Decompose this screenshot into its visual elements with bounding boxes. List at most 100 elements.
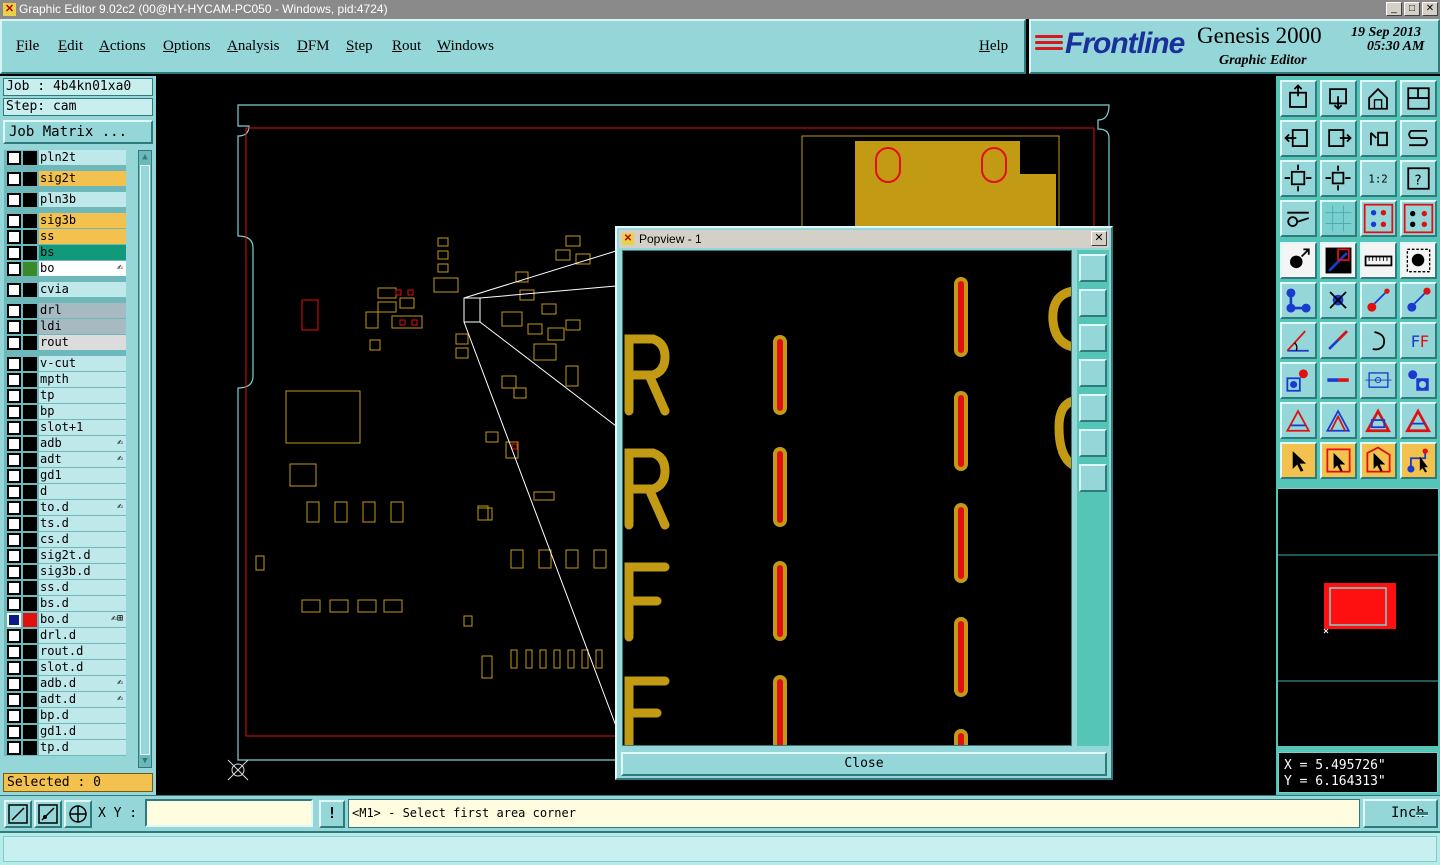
layer-name[interactable]: sig2t xyxy=(39,171,126,186)
layer-name[interactable]: ldi xyxy=(39,319,126,334)
layer-name[interactable]: adt.d ✍ xyxy=(39,692,126,707)
layer-name[interactable]: cs.d xyxy=(39,532,126,547)
layer-checkbox[interactable] xyxy=(7,580,21,595)
layer-color-swatch[interactable] xyxy=(23,388,37,403)
layer-checkbox[interactable] xyxy=(7,724,21,739)
popview-canvas[interactable] xyxy=(622,250,1072,746)
popview-pan-down-icon[interactable] xyxy=(1079,324,1107,352)
delete-icon[interactable] xyxy=(1320,282,1357,319)
layer-name[interactable]: gd1.d xyxy=(39,724,126,739)
layer-row[interactable]: sig3b xyxy=(4,213,126,228)
layer-checkbox[interactable] xyxy=(7,319,21,334)
layer-row[interactable]: cs.d xyxy=(4,532,126,547)
layer-color-swatch[interactable] xyxy=(23,628,37,643)
layer-name[interactable]: gd1 xyxy=(39,468,126,483)
layer-color-swatch[interactable] xyxy=(23,708,37,723)
layer-name[interactable]: bs xyxy=(39,245,126,260)
layer-row[interactable]: rout xyxy=(4,335,126,350)
connect-features-icon[interactable] xyxy=(1280,282,1317,319)
layer-checkbox[interactable] xyxy=(7,644,21,659)
layer-row[interactable]: gd1.d xyxy=(4,724,126,739)
menu-rout[interactable]: Rout xyxy=(392,38,421,55)
layer-checkbox[interactable] xyxy=(7,484,21,499)
fill-surface-icon[interactable] xyxy=(1360,402,1397,439)
snap-mode-icon[interactable] xyxy=(34,800,62,828)
arc-icon[interactable] xyxy=(1360,322,1397,359)
layer-name[interactable]: tp xyxy=(39,388,126,403)
layer-name[interactable]: bo.d ✍⊞ xyxy=(39,612,126,627)
layer-name[interactable]: ts.d xyxy=(39,516,126,531)
layer-row[interactable]: tp xyxy=(4,388,126,403)
layer-color-swatch[interactable] xyxy=(23,229,37,244)
popview-pan-up-icon[interactable] xyxy=(1079,289,1107,317)
layer-checkbox[interactable] xyxy=(7,612,21,627)
netlist-compare-icon[interactable] xyxy=(1400,200,1437,237)
layer-color-swatch[interactable] xyxy=(23,171,37,186)
line-width-icon[interactable] xyxy=(1320,362,1357,399)
add-feature-icon[interactable] xyxy=(1280,242,1317,279)
layer-checkbox[interactable] xyxy=(7,452,21,467)
measure-tools-icon[interactable] xyxy=(1280,200,1317,237)
copy-icon[interactable] xyxy=(1400,282,1437,319)
layer-checkbox[interactable] xyxy=(7,303,21,318)
layer-name[interactable]: cvia xyxy=(39,282,126,297)
menu-edit[interactable]: Edit xyxy=(58,38,83,55)
layer-checkbox[interactable] xyxy=(7,596,21,611)
resize-icon[interactable] xyxy=(1360,362,1397,399)
pan-up-icon[interactable] xyxy=(1280,80,1317,117)
menu-help[interactable]: Help xyxy=(979,38,1008,55)
popview-zoom-in-icon[interactable] xyxy=(1079,429,1107,457)
layer-color-swatch[interactable] xyxy=(23,676,37,691)
popview-pan-left-icon[interactable] xyxy=(1079,359,1107,387)
layer-name[interactable]: bo ✍ xyxy=(39,261,126,276)
pan-down-icon[interactable] xyxy=(1320,80,1357,117)
home-icon[interactable] xyxy=(1360,80,1397,117)
mirror-icon[interactable]: FF xyxy=(1400,322,1437,359)
layer-name[interactable]: ss xyxy=(39,229,126,244)
layer-row[interactable]: mpth xyxy=(4,372,126,387)
layer-checkbox[interactable] xyxy=(7,628,21,643)
layer-name[interactable]: to.d ✍ xyxy=(39,500,126,515)
layer-name[interactable]: v-cut xyxy=(39,356,126,371)
layer-color-swatch[interactable] xyxy=(23,500,37,515)
layer-name[interactable]: adt ✍ xyxy=(39,452,126,467)
layer-color-swatch[interactable] xyxy=(23,532,37,547)
layer-color-swatch[interactable] xyxy=(23,303,37,318)
layer-list-scrollbar[interactable]: ▲ ▼ xyxy=(138,150,152,768)
layer-row[interactable]: sig2t.d xyxy=(4,548,126,563)
pad-shapes-icon[interactable] xyxy=(1400,362,1437,399)
overview-minimap[interactable] xyxy=(1278,488,1438,746)
menu-options[interactable]: Options xyxy=(163,38,211,55)
layer-row[interactable]: adt ✍ xyxy=(4,452,126,467)
layer-checkbox[interactable] xyxy=(7,676,21,691)
surface-icon[interactable] xyxy=(1320,402,1357,439)
layer-checkbox[interactable] xyxy=(7,245,21,260)
snap-icon[interactable] xyxy=(1400,120,1437,157)
split-view-icon[interactable] xyxy=(1400,80,1437,117)
layer-color-swatch[interactable] xyxy=(23,356,37,371)
layer-checkbox[interactable] xyxy=(7,213,21,228)
layer-checkbox[interactable] xyxy=(7,335,21,350)
layer-row[interactable]: bp xyxy=(4,404,126,419)
layer-name[interactable]: drl xyxy=(39,303,126,318)
layer-checkbox[interactable] xyxy=(7,516,21,531)
layer-row[interactable]: to.d ✍ xyxy=(4,500,126,515)
layer-row[interactable]: slot.d xyxy=(4,660,126,675)
stretch-icon[interactable] xyxy=(1320,322,1357,359)
select-net-icon[interactable] xyxy=(1400,442,1437,479)
layer-color-swatch[interactable] xyxy=(23,692,37,707)
layer-row[interactable]: ss.d xyxy=(4,580,126,595)
maximize-button[interactable]: □ xyxy=(1404,2,1420,16)
scroll-down-icon[interactable]: ▼ xyxy=(139,755,151,767)
layer-color-swatch[interactable] xyxy=(23,404,37,419)
layer-row[interactable]: bp.d xyxy=(4,708,126,723)
layer-color-swatch[interactable] xyxy=(23,213,37,228)
zoom-fit-icon[interactable] xyxy=(1280,160,1317,197)
layer-checkbox[interactable] xyxy=(7,356,21,371)
layer-checkbox[interactable] xyxy=(7,564,21,579)
help-query-icon[interactable]: ? xyxy=(1400,160,1437,197)
pan-left-icon[interactable] xyxy=(1280,120,1317,157)
layer-row[interactable]: pln3b xyxy=(4,192,126,207)
layer-name[interactable]: slot+1 xyxy=(39,420,126,435)
layer-color-swatch[interactable] xyxy=(23,150,37,165)
